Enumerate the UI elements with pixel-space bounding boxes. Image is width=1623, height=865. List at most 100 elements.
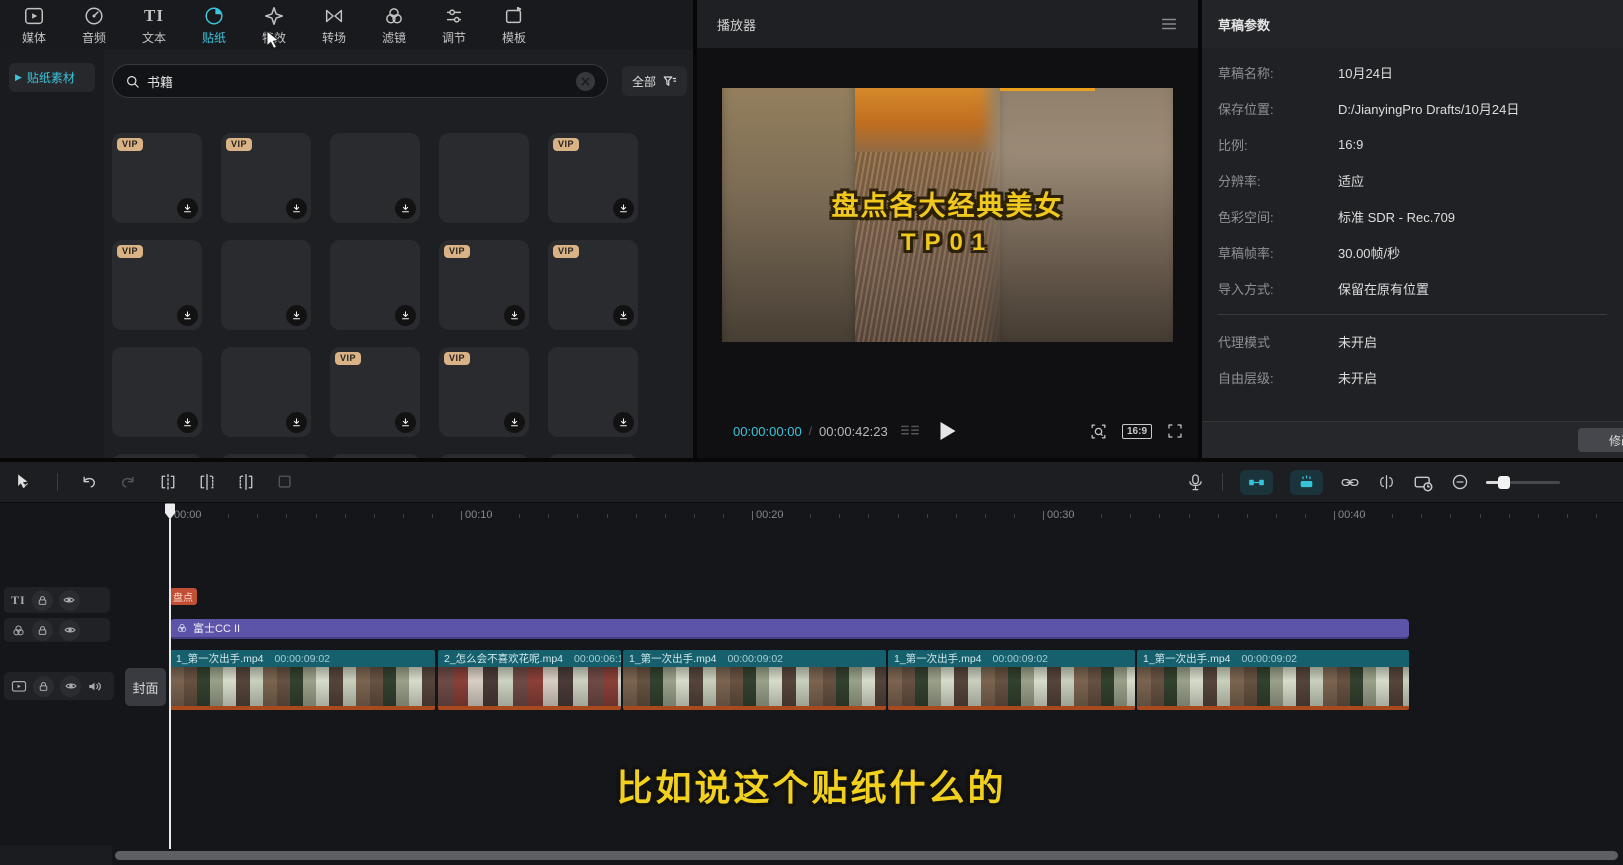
sticker-art <box>447 141 521 215</box>
tool-link-icon[interactable] <box>1340 473 1360 492</box>
filter-clip[interactable]: 富士CC II <box>170 619 1409 639</box>
video-clip[interactable]: 1_第一次出手.mp4 00:00:09:02 <box>1137 650 1409 710</box>
video-clip[interactable]: 2_怎么会不喜欢花呢.mp4 00:00:06:1 <box>438 650 621 710</box>
tab-adjust[interactable]: 调节 <box>424 5 484 46</box>
sidebar-item-sticker-material[interactable]: ▶ 贴纸素材 <box>9 63 95 92</box>
sticker-tile-stack-sparkle[interactable]: VIP <box>112 133 202 223</box>
lock-icon[interactable] <box>31 589 53 611</box>
download-icon[interactable] <box>395 305 416 326</box>
lock-icon[interactable] <box>32 619 53 641</box>
tool-redo-icon[interactable] <box>119 473 138 492</box>
tab-label: 滤镜 <box>381 30 406 45</box>
tool-auto-snap-icon[interactable] <box>1290 469 1323 495</box>
sticker-tile-bookshelf[interactable] <box>548 347 638 437</box>
tool-undo-icon[interactable] <box>79 473 98 492</box>
search-input[interactable]: 书籍 <box>112 64 608 98</box>
tool-mic-icon[interactable] <box>1186 473 1205 492</box>
sticker-tile-black-board[interactable]: VIP <box>112 240 202 330</box>
horizontal-scrollbar[interactable] <box>115 851 1618 860</box>
filter-all-button[interactable]: 全部 <box>622 66 688 96</box>
download-icon[interactable] <box>395 198 416 219</box>
tool-zoom-out-icon[interactable] <box>1451 473 1469 491</box>
fit-zoom-icon[interactable] <box>1089 422 1108 441</box>
tool-select-icon[interactable] <box>12 472 36 492</box>
zoom-slider-track[interactable] <box>1486 475 1560 489</box>
download-icon[interactable] <box>286 305 307 326</box>
sticker-tile-color-stack[interactable] <box>330 133 420 223</box>
tab-effects[interactable]: 特效 <box>244 5 304 46</box>
sticker-tile-doodle-frame[interactable]: VIP <box>548 240 638 330</box>
sticker-tile-notebook-blue[interactable]: VIP <box>439 240 529 330</box>
sticker-tile-partial[interactable] <box>548 454 638 458</box>
download-icon[interactable] <box>177 305 198 326</box>
sticker-tile-open-white[interactable] <box>221 240 311 330</box>
tab-label: 文本 <box>141 30 166 45</box>
tool-unlink-icon[interactable] <box>1377 473 1396 491</box>
lock-icon[interactable] <box>33 675 54 697</box>
download-icon[interactable] <box>504 305 525 326</box>
download-icon[interactable] <box>613 305 634 326</box>
tool-split-icon[interactable] <box>159 473 177 491</box>
sticker-tile-tall-stack[interactable] <box>112 347 202 437</box>
video-clip[interactable]: 1_第一次出手.mp4 00:00:09:02 <box>170 650 435 710</box>
tool-crop-icon[interactable] <box>276 473 294 491</box>
sticker-tile-magic-book[interactable]: VIP <box>330 347 420 437</box>
player-menu-icon[interactable] <box>1160 15 1178 33</box>
tab-template[interactable]: 模板 <box>484 5 544 46</box>
ruler-major-tick <box>461 511 462 520</box>
timeline-zoom-slider[interactable] <box>1486 475 1560 489</box>
aspect-ratio-button[interactable]: 16:9 <box>1121 423 1152 439</box>
download-icon[interactable] <box>286 198 307 219</box>
download-icon[interactable] <box>177 412 198 433</box>
sticker-tile-doodle-books[interactable]: VIP <box>548 133 638 223</box>
eye-icon[interactable] <box>60 675 81 697</box>
eye-icon[interactable] <box>59 619 80 641</box>
speaker-icon[interactable] <box>87 679 102 694</box>
download-icon[interactable] <box>286 412 307 433</box>
play-button[interactable] <box>940 422 955 440</box>
ruler-tick <box>1479 514 1481 518</box>
download-icon[interactable] <box>613 198 634 219</box>
download-icon[interactable] <box>504 412 525 433</box>
tool-split-right-icon[interactable] <box>237 473 255 491</box>
video-clip[interactable]: 1_第一次出手.mp4 00:00:09:02 <box>623 650 886 710</box>
playhead[interactable] <box>164 503 176 849</box>
zoom-slider-handle[interactable] <box>1498 475 1510 489</box>
overlay-title: 盘点各大经典美女 <box>831 191 1064 221</box>
tab-transition[interactable]: 转场 <box>304 5 364 46</box>
tool-split-left-icon[interactable] <box>198 473 216 491</box>
tab-audio[interactable]: 音频 <box>64 5 124 46</box>
eye-icon[interactable] <box>58 589 80 611</box>
sticker-tile-open-gold[interactable] <box>439 133 529 223</box>
video-clip-header: 1_第一次出手.mp4 00:00:09:02 <box>888 650 1135 667</box>
tab-text[interactable]: TI 文本 <box>124 5 184 46</box>
clip-name-label: 2_怎么会不喜欢花呢.mp4 <box>444 653 564 665</box>
clip-duration-label: 00:00:09:02 <box>727 652 783 665</box>
clip-list-icon[interactable] <box>900 423 920 439</box>
playhead-marker <box>165 503 175 520</box>
tab-media[interactable]: 媒体 <box>4 5 64 46</box>
download-icon[interactable] <box>177 198 198 219</box>
text-clip[interactable]: 盘点 <box>170 588 197 605</box>
clear-search-icon[interactable] <box>576 71 595 91</box>
timeline-ruler[interactable]: 00:00 00:10 00:20 00:30 00:40 <box>0 503 1623 529</box>
video-preview[interactable]: 盘点各大经典美女 TP01 <box>722 88 1173 342</box>
sticker-tile-partial[interactable] <box>112 454 202 458</box>
tool-magnet-icon[interactable] <box>1240 469 1273 495</box>
video-clip[interactable]: 1_第一次出手.mp4 00:00:09:02 <box>888 650 1135 710</box>
sticker-tile-pink-frame[interactable]: VIP <box>439 347 529 437</box>
fullscreen-icon[interactable] <box>1166 422 1184 440</box>
sticker-tile-partial[interactable]: VIP <box>221 454 311 458</box>
sticker-tile-partial[interactable]: VIP <box>330 454 420 458</box>
tab-filter[interactable]: 滤镜 <box>364 5 424 46</box>
modify-button[interactable]: 修改 <box>1578 428 1623 452</box>
download-icon[interactable] <box>395 412 416 433</box>
cover-button[interactable]: 封面 <box>125 668 166 706</box>
sticker-tile-open-cute[interactable] <box>330 240 420 330</box>
tab-sticker[interactable]: 贴纸 <box>184 5 244 46</box>
sticker-tile-orange-books[interactable]: VIP <box>221 133 311 223</box>
tool-preview-axis-icon[interactable] <box>1413 473 1434 492</box>
sticker-tile-open-red[interactable] <box>221 347 311 437</box>
download-icon[interactable] <box>613 412 634 433</box>
sticker-tile-partial[interactable] <box>439 454 529 458</box>
